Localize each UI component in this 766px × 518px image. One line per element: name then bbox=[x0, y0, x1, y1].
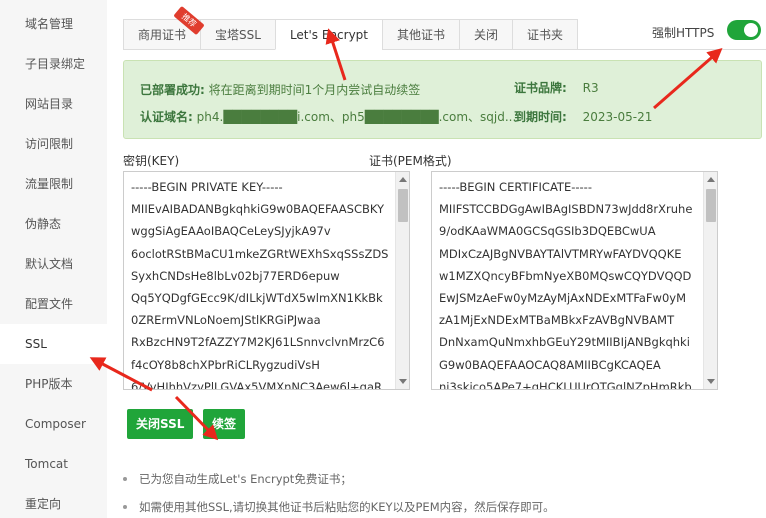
key-line: 0ZRErmVNLoNoemJStlKRGiPJwaa bbox=[131, 313, 321, 328]
note-item: 如需使用其他SSL,请切换其他证书后粘贴您的KEY以及PEM内容，然后保存即可。 bbox=[121, 495, 555, 518]
tab-baota-ssl[interactable]: 宝塔SSL bbox=[200, 19, 276, 50]
cert-scrollbar[interactable] bbox=[703, 172, 717, 389]
sidebar-item-site-dir[interactable]: 网站目录 bbox=[0, 84, 107, 124]
key-line: 6oclotRStBMaCU1mkeZGRtWEXhSxqSSsZDS bbox=[131, 246, 389, 261]
cert-brand-row: 证书品牌: R3 bbox=[514, 79, 599, 96]
key-content: -----BEGIN PRIVATE KEY----- MIIEvAIBADAN… bbox=[124, 176, 389, 390]
notes-list: 已为您自动生成Let's Encrypt免费证书； 如需使用其他SSL,请切换其… bbox=[121, 467, 555, 518]
sidebar-item-tomcat[interactable]: Tomcat bbox=[0, 444, 107, 484]
sidebar-item-domain[interactable]: 域名管理 bbox=[0, 4, 107, 44]
scroll-thumb[interactable] bbox=[398, 189, 408, 222]
cert-domain-value: ph4.████████i.com、ph5████████.com、sqjd..… bbox=[196, 110, 521, 124]
cert-label: 证书(PEM格式) bbox=[369, 154, 452, 168]
scroll-down-arrow-icon[interactable] bbox=[707, 379, 715, 384]
key-label: 密钥(KEY) bbox=[123, 154, 180, 168]
scroll-up-arrow-icon[interactable] bbox=[399, 177, 407, 182]
sidebar-item-ssl[interactable]: SSL bbox=[0, 324, 107, 364]
tab-other-cert[interactable]: 其他证书 bbox=[382, 19, 461, 50]
cert-expiry-row: 到期时间: 2023-05-21 bbox=[514, 108, 652, 125]
cert-line: w1MZXQncyBFbmNyeXB0MQswCQYDVQQD bbox=[439, 268, 692, 283]
tab-lets-encrypt[interactable]: Let's Encrypt bbox=[274, 19, 384, 50]
deploy-status-label: 已部署成功: bbox=[140, 83, 205, 97]
cert-line: 9/odKAaWMA0GCSqGSIb3DQEBCwUA bbox=[439, 224, 656, 239]
sidebar-item-access-limit[interactable]: 访问限制 bbox=[0, 124, 107, 164]
key-line: Qq5YQDgfGEcc9K/dILkjWTdX5wlmXN1KkBk bbox=[131, 290, 383, 305]
deploy-status-text: 将在距离到期时间1个月内尝试自动续签 bbox=[208, 83, 421, 97]
cert-line: zA1MjExNDExMTBaMBkxFzAVBgNVBAMT bbox=[439, 313, 675, 328]
force-https-label: 强制HTTPS bbox=[652, 26, 715, 40]
sidebar-item-redirect[interactable]: 重定向 bbox=[0, 484, 107, 518]
sidebar-item-rewrite[interactable]: 伪静态 bbox=[0, 204, 107, 244]
cert-brand-label: 证书品牌: bbox=[514, 81, 567, 95]
cert-domain-label: 认证域名: bbox=[140, 110, 193, 124]
renew-button[interactable]: 续签 bbox=[203, 409, 246, 439]
key-textarea[interactable]: -----BEGIN PRIVATE KEY----- MIIEvAIBADAN… bbox=[123, 171, 410, 390]
scroll-thumb[interactable] bbox=[706, 189, 716, 222]
cert-line: G9w0BAQEFAAOCAQ8AMIIBCgKCAQEA bbox=[439, 357, 661, 372]
close-ssl-button[interactable]: 关闭SSL bbox=[127, 409, 194, 439]
key-line: RxBzcHN9T2fAZZY7M2KJ61LSnnvclvnMrzC6 bbox=[131, 335, 385, 350]
cert-brand-value: R3 bbox=[582, 81, 599, 95]
toggle-knob bbox=[744, 23, 758, 37]
sidebar: 域名管理 子目录绑定 网站目录 访问限制 流量限制 伪静态 默认文档 配置文件 … bbox=[0, 0, 107, 518]
cert-content: -----BEGIN CERTIFICATE----- MIIFSTCCBDGg… bbox=[432, 176, 693, 390]
cert-expiry-label: 到期时间: bbox=[514, 110, 567, 124]
key-line: MIIEvAIBADANBgkqhkiG9w0BAQEFAASCBKY bbox=[131, 202, 385, 217]
scroll-up-arrow-icon[interactable] bbox=[707, 177, 715, 182]
sidebar-item-subdir[interactable]: 子目录绑定 bbox=[0, 44, 107, 84]
force-https-toggle[interactable] bbox=[727, 20, 761, 40]
key-line: 6/VyHIhhVzyPlLGVAx5VMXnNC3Aew6l+qaR bbox=[131, 379, 382, 390]
deploy-status-box: 已部署成功: 将在距离到期时间1个月内尝试自动续签 认证域名: ph4.████… bbox=[123, 60, 762, 139]
key-line: SyxhCNDsHe8lbLv02bj77ERD6epuw bbox=[131, 268, 340, 283]
key-line: wggSiAgEAAoIBAQCeLeySJyjkA97v bbox=[131, 224, 331, 239]
sidebar-item-default-doc[interactable]: 默认文档 bbox=[0, 244, 107, 284]
cert-line: MIIFSTCCBDGgAwIBAgISBDN73wJdd8rXruhe bbox=[439, 202, 693, 217]
key-line: f4cOY8b8chXPbrRiCLRygzudiVsH bbox=[131, 357, 320, 372]
cert-line: DnNxamQuNmxhbGEuY29tMIIBIjANBgkqhki bbox=[439, 335, 690, 350]
scroll-down-arrow-icon[interactable] bbox=[399, 379, 407, 384]
note-item: 已为您自动生成Let's Encrypt免费证书； bbox=[121, 467, 555, 495]
cert-line: ni3skico5APe7+qHCKLUUrQTGqlNZpHmRkb bbox=[439, 379, 692, 390]
sidebar-item-traffic-limit[interactable]: 流量限制 bbox=[0, 164, 107, 204]
cert-line: -----BEGIN CERTIFICATE----- bbox=[439, 180, 592, 194]
sidebar-item-config[interactable]: 配置文件 bbox=[0, 284, 107, 324]
sidebar-item-php-version[interactable]: PHP版本 bbox=[0, 364, 107, 404]
key-line: -----BEGIN PRIVATE KEY----- bbox=[131, 180, 283, 194]
cert-line: EwJSMzAeFw0yMzAyMjAxNDExMTFaFw0yM bbox=[439, 290, 686, 305]
deploy-status-row: 已部署成功: 将在距离到期时间1个月内尝试自动续签 bbox=[140, 81, 420, 98]
sidebar-item-composer[interactable]: Composer bbox=[0, 404, 107, 444]
key-scrollbar[interactable] bbox=[395, 172, 409, 389]
tab-close[interactable]: 关闭 bbox=[459, 19, 514, 50]
cert-expiry-value: 2023-05-21 bbox=[582, 110, 653, 124]
cert-line: MDIxCzAJBgNVBAYTAlVTMRYwFAYDVQQKE bbox=[439, 246, 682, 261]
tab-cert-folder[interactable]: 证书夹 bbox=[512, 19, 579, 50]
cert-textarea[interactable]: -----BEGIN CERTIFICATE----- MIIFSTCCBDGg… bbox=[431, 171, 718, 390]
cert-domain-row: 认证域名: ph4.████████i.com、ph5████████.com、… bbox=[140, 108, 520, 125]
